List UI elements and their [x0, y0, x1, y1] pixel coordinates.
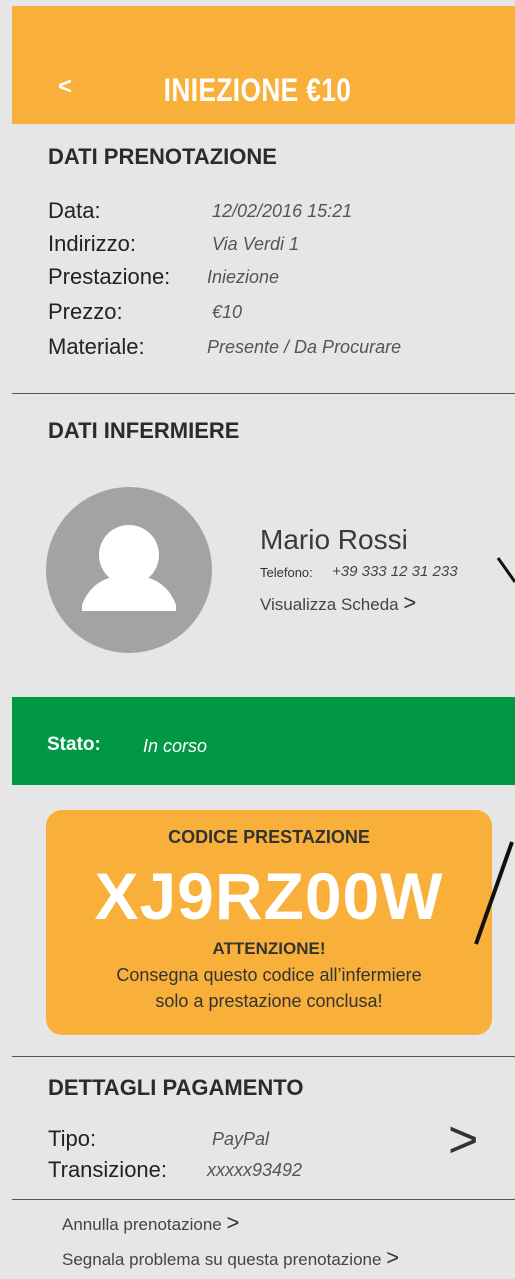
page-title: INIEZIONE €10: [163, 72, 352, 108]
avatar: [46, 487, 212, 653]
nurse-section-title: DATI INFERMIERE: [48, 418, 240, 443]
divider: [12, 1056, 515, 1057]
warning-line-1: Consegna questo codice all’infermiere: [116, 965, 422, 985]
cancel-booking-link[interactable]: Annulla prenotazione >: [62, 1212, 239, 1236]
price-label: Prezzo:: [48, 299, 123, 324]
payment-type-value: PayPal: [212, 1129, 270, 1149]
payment-section-title: DETTAGLI PAGAMENTO: [48, 1075, 304, 1100]
material-value: Presente / Da Procurare: [207, 337, 402, 357]
material-label: Materiale:: [48, 334, 145, 359]
divider: [12, 1199, 515, 1200]
nurse-name: Mario Rossi: [260, 524, 408, 555]
address-value: Via Verdi 1: [212, 234, 300, 254]
view-profile-link[interactable]: Visualizza Scheda >: [260, 592, 416, 616]
view-profile-label: Visualizza Scheda: [260, 595, 399, 614]
chevron-right-icon: >: [403, 590, 417, 615]
price-value: €10: [212, 302, 243, 322]
warning-line-2: solo a prestazione conclusa!: [155, 991, 383, 1011]
status-label: Stato:: [47, 734, 101, 755]
warning-title: ATTENZIONE!: [212, 939, 326, 958]
transaction-value: xxxxx93492: [207, 1160, 303, 1180]
chevron-right-icon[interactable]: [496, 552, 515, 586]
report-problem-link[interactable]: Segnala problema su questa prenotazione …: [62, 1247, 399, 1271]
service-value: Iniezione: [207, 267, 280, 287]
service-code: XJ9RZ00W: [94, 859, 444, 933]
cancel-booking-label: Annulla prenotazione: [62, 1215, 222, 1234]
divider: [12, 393, 515, 394]
code-title: CODICE PRESTAZIONE: [168, 827, 370, 847]
booking-section-title: DATI PRENOTAZIONE: [48, 144, 277, 169]
date-label: Data:: [48, 198, 101, 223]
service-label: Prestazione:: [48, 264, 171, 289]
report-problem-label: Segnala problema su questa prenotazione: [62, 1250, 382, 1269]
phone-label: Telefono:: [260, 565, 313, 580]
slash-mark-icon: [474, 841, 514, 945]
chevron-right-icon: >: [226, 1210, 240, 1235]
address-label: Indirizzo:: [48, 231, 137, 256]
transaction-label: Transizione:: [48, 1157, 168, 1182]
date-value: 12/02/2016 15:21: [212, 201, 353, 221]
chevron-right-icon: >: [386, 1245, 400, 1270]
phone-value: +39 333 12 31 233: [332, 563, 458, 580]
status-value: In corso: [143, 736, 208, 756]
payment-details-chevron-icon[interactable]: >: [448, 1112, 478, 1168]
service-code-card: CODICE PRESTAZIONE XJ9RZ00W ATTENZIONE! …: [46, 810, 492, 1035]
user-icon: [82, 525, 176, 611]
payment-type-label: Tipo:: [48, 1126, 97, 1151]
